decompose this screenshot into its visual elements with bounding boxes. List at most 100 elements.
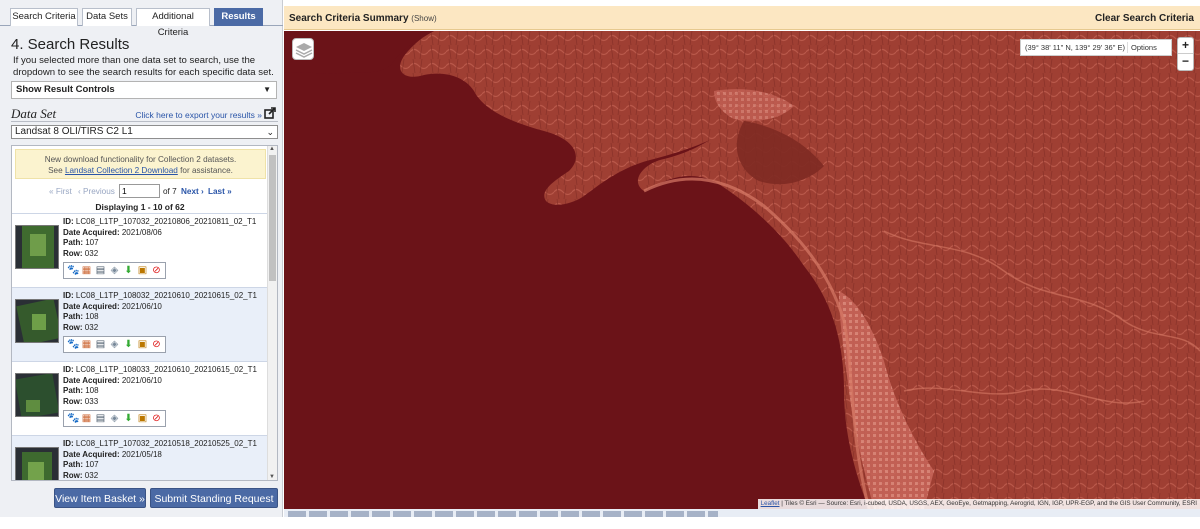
date-acquired: 2021/06/10 [121,375,162,385]
summary-title: Search Criteria Summary (Show) [289,13,437,24]
map-view[interactable]: (39° 38' 11" N, 139° 29' 36" E) Options … [284,31,1200,509]
footer-strip [284,509,1200,517]
compare-icon[interactable]: ◈ [109,265,120,276]
attribution-text: | Tiles © Esri — Source: Esri, i-cubed, … [781,500,1197,507]
notice-line-2: See Landsat Collection 2 Download for as… [16,165,265,176]
footer-text-placeholder [288,511,718,517]
next-page-link[interactable]: Next › [181,187,204,196]
result-row: ID: LC08_L1TP_107032_20210518_20210525_0… [12,435,268,480]
zoom-in-button[interactable]: + [1178,38,1193,54]
path-label: Path: [63,460,83,469]
path-label: Path: [63,238,83,247]
zoom-control: + − [1177,37,1194,71]
download-icon[interactable]: ⬇ [123,339,134,350]
bulk-download-icon[interactable]: ▣ [137,339,148,350]
browse-thumbnail[interactable] [15,225,59,269]
result-actions: 🐾 ▦ ▤ ◈ ⬇ ▣ ⊘ [63,410,166,427]
scroll-thumb[interactable] [269,155,276,281]
result-info: ID: LC08_L1TP_108032_20210610_20210615_0… [63,291,257,333]
browse-overlay-icon[interactable]: ▦ [81,339,92,350]
download-icon[interactable]: ⬇ [123,413,134,424]
clear-search-criteria-button[interactable]: Clear Search Criteria [1095,13,1194,24]
browse-thumbnail[interactable] [15,447,59,480]
exclude-icon[interactable]: ⊘ [151,413,162,424]
path-value: 108 [85,386,99,395]
summary-title-text: Search Criteria Summary [289,13,409,24]
search-criteria-summary-bar: Search Criteria Summary (Show) Clear Sea… [284,6,1200,30]
tab-data-sets[interactable]: Data Sets [82,8,132,26]
compare-icon[interactable]: ◈ [109,339,120,350]
page-count: of 7 [163,187,177,196]
row-value: 032 [84,248,99,258]
summary-show-link[interactable]: (Show) [411,14,436,23]
date-acquired: 2021/05/18 [121,449,162,459]
collection2-notice: New download functionality for Collectio… [15,149,266,179]
dataset-select[interactable]: Landsat 8 OLI/TIRS C2 L1 ⌄ [11,125,278,139]
download-icon[interactable]: ⬇ [123,265,134,276]
results-help-text: If you selected more than one data set t… [13,55,274,78]
metadata-icon[interactable]: ▤ [95,339,106,350]
browse-thumbnail[interactable] [15,299,59,343]
scene-id: LC08_L1TP_108032_20210610_20210615_02_T1 [75,291,257,300]
row-value: 032 [84,322,99,332]
export-results-link[interactable]: Click here to export your results » [135,110,262,120]
external-link-icon[interactable] [264,107,276,119]
notice-see: See [48,166,63,175]
browse-overlay-icon[interactable]: ▦ [81,413,92,424]
path-value: 107 [85,238,99,247]
date-label: Date Acquired: [63,301,120,311]
displaying-count: Displaying 1 - 10 of 62 [95,202,185,212]
browse-thumbnail[interactable] [15,373,59,417]
bulk-download-icon[interactable]: ▣ [137,265,148,276]
row-label: Row: [63,322,83,332]
result-controls-dropdown[interactable]: Show Result Controls ▼ [11,81,277,99]
metadata-icon[interactable]: ▤ [95,413,106,424]
footprint-icon[interactable]: 🐾 [67,413,79,424]
layers-button[interactable] [292,38,314,60]
page-number-input[interactable] [119,184,160,198]
zoom-out-button[interactable]: − [1178,54,1193,70]
exclude-icon[interactable]: ⊘ [151,339,162,350]
date-acquired: 2021/06/10 [121,301,162,311]
submit-standing-request-button[interactable]: Submit Standing Request » [150,488,278,525]
pagination: « First ‹ Previous of 7 Next › Last » [12,183,268,201]
browse-overlay-icon[interactable]: ▦ [81,265,92,276]
tab-additional-criteria[interactable]: Additional Criteria [136,8,210,38]
previous-page-link[interactable]: ‹ Previous [78,187,115,196]
tab-bar: Search Criteria Data Sets Additional Cri… [0,0,283,38]
compare-icon[interactable]: ◈ [109,413,120,424]
scroll-down-icon[interactable]: ▼ [269,474,275,480]
exclude-icon[interactable]: ⊘ [151,265,162,276]
first-page-link[interactable]: « First [49,187,72,196]
path-label: Path: [63,312,83,321]
coordinate-options-button[interactable]: Options [1131,40,1157,55]
results-scrollbar[interactable]: ▲ ▼ [267,146,277,480]
footprint-icon[interactable]: 🐾 [67,265,79,276]
view-item-basket-button[interactable]: View Item Basket » [54,488,146,508]
id-label: ID: [63,291,74,300]
bulk-download-icon[interactable]: ▣ [137,413,148,424]
result-info: ID: LC08_L1TP_107032_20210518_20210525_0… [63,439,257,480]
id-label: ID: [63,439,74,448]
result-actions: 🐾 ▦ ▤ ◈ ⬇ ▣ ⊘ [63,262,166,279]
path-label: Path: [63,386,83,395]
footprint-icon[interactable]: 🐾 [67,339,79,350]
left-panel: Search Criteria Data Sets Additional Cri… [0,0,283,525]
collection2-download-link[interactable]: Landsat Collection 2 Download [65,166,178,175]
scene-id: LC08_L1TP_107032_20210806_20210811_02_T1 [75,217,257,226]
scroll-up-icon[interactable]: ▲ [269,146,275,152]
map-imagery [284,31,1200,509]
last-page-link[interactable]: Last » [208,187,232,196]
tab-search-criteria[interactable]: Search Criteria [10,8,78,26]
results-list[interactable]: New download functionality for Collectio… [11,145,278,481]
result-controls-label: Show Result Controls [16,84,115,95]
tab-results[interactable]: Results [214,8,263,26]
result-row: ID: LC08_L1TP_108033_20210610_20210615_0… [12,361,268,435]
date-acquired: 2021/08/06 [121,227,162,237]
id-label: ID: [63,365,74,374]
metadata-icon[interactable]: ▤ [95,265,106,276]
result-row: ID: LC08_L1TP_107032_20210806_20210811_0… [12,213,268,287]
layers-icon [295,43,313,58]
leaflet-link[interactable]: Leaflet [761,500,780,507]
path-value: 108 [85,312,99,321]
